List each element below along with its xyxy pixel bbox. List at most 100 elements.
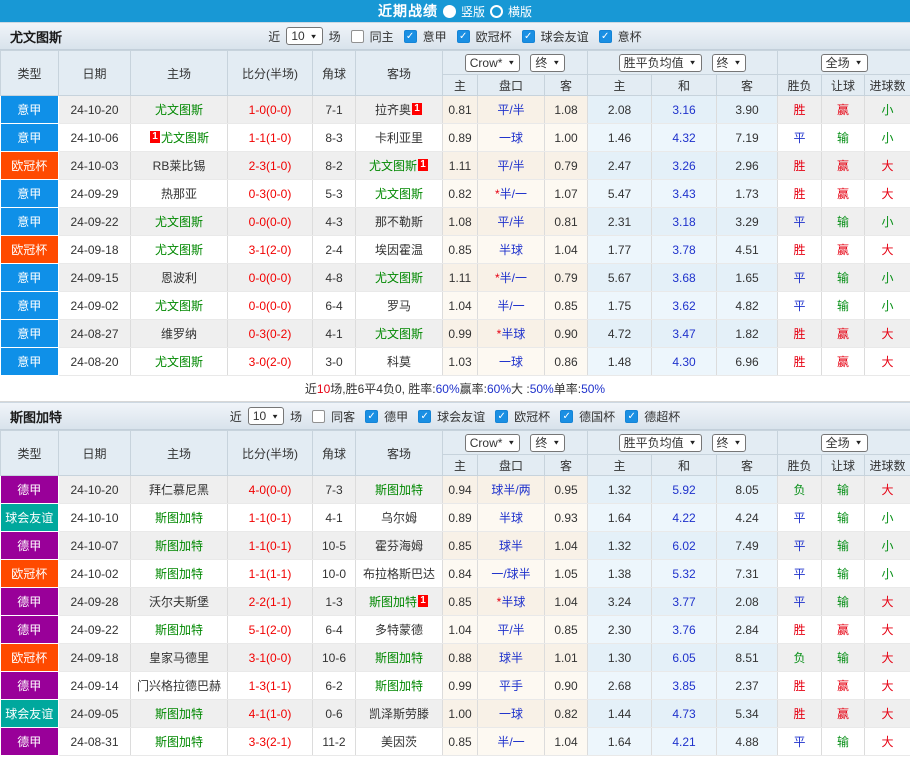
odds-stage-select[interactable]: 终▼ [530, 434, 565, 452]
team-name[interactable]: 斯图加特 [155, 735, 203, 749]
match-score[interactable]: 0-0(0-0) [249, 271, 292, 285]
team-name[interactable]: 斯图加特1 [369, 595, 429, 609]
team-name[interactable]: 热那亚 [161, 187, 197, 201]
same-venue-checkbox[interactable] [312, 410, 325, 423]
team-name[interactable]: 斯图加特 [155, 539, 203, 553]
team-name[interactable]: 沃尔夫斯堡 [149, 595, 209, 609]
team-name[interactable]: 卡利亚里 [375, 131, 423, 145]
team-name[interactable]: 尤文图斯 [155, 103, 203, 117]
league-checkbox[interactable]: ✓ [560, 410, 573, 423]
match-score[interactable]: 3-1(2-0) [249, 243, 292, 257]
match-score[interactable]: 1-3(1-1) [249, 679, 292, 693]
team-name[interactable]: 1尤文图斯 [149, 131, 209, 145]
team-name[interactable]: 斯图加特 [375, 679, 423, 693]
team-name[interactable]: 拜仁慕尼黑 [149, 483, 209, 497]
team-name[interactable]: 凯泽斯劳滕 [369, 707, 429, 721]
team-name[interactable]: 皇家马德里 [149, 651, 209, 665]
match-score[interactable]: 1-0(0-0) [249, 103, 292, 117]
team-name[interactable]: 斯图加特 [155, 707, 203, 721]
avg-odds-select[interactable]: 胜平负均值▼ [619, 434, 702, 452]
team-name[interactable]: 霍芬海姆 [375, 539, 423, 553]
match-score[interactable]: 0-3(0-2) [249, 327, 292, 341]
team-name[interactable]: 斯图加特 [375, 483, 423, 497]
team-name[interactable]: 尤文图斯 [155, 355, 203, 369]
result-wdl: 胜 [778, 152, 822, 180]
match-date: 24-08-20 [59, 348, 131, 376]
bookmaker-select[interactable]: Crow*▼ [465, 54, 521, 72]
team-name[interactable]: 埃因霍温 [375, 243, 423, 257]
team-name[interactable]: 罗马 [387, 299, 411, 313]
team-name[interactable]: 斯图加特 [155, 567, 203, 581]
match-score[interactable]: 3-3(2-1) [249, 735, 292, 749]
league-checkbox[interactable]: ✓ [522, 30, 535, 43]
team-name[interactable]: 尤文图斯 [155, 243, 203, 257]
team-name[interactable]: 斯图加特 [155, 511, 203, 525]
team-name[interactable]: 布拉格斯巴达 [363, 567, 435, 581]
avg-stage-select[interactable]: 终▼ [712, 54, 747, 72]
team-name[interactable]: 美因茨 [381, 735, 417, 749]
team-name[interactable]: 多特蒙德 [375, 623, 423, 637]
league-checkbox[interactable]: ✓ [599, 30, 612, 43]
team-name-heading[interactable]: 尤文图斯 [10, 27, 62, 46]
league-badge: 意甲 [1, 124, 59, 152]
odds-stage-select[interactable]: 终▼ [530, 54, 565, 72]
match-score[interactable]: 3-1(0-0) [249, 651, 292, 665]
team-name[interactable]: 恩波利 [161, 271, 197, 285]
team-name[interactable]: 尤文图斯1 [369, 159, 429, 173]
match-score[interactable]: 0-0(0-0) [249, 215, 292, 229]
subcol-handicap-result: 让球 [822, 455, 865, 476]
match-score[interactable]: 2-3(1-0) [249, 159, 292, 173]
match-score[interactable]: 4-0(0-0) [249, 483, 292, 497]
team-name[interactable]: 拉齐奥1 [375, 103, 423, 117]
team-name[interactable]: 尤文图斯 [155, 215, 203, 229]
team-name[interactable]: 斯图加特 [375, 651, 423, 665]
away-team-cell: 尤文图斯 [356, 180, 443, 208]
layout-radio-horizontal[interactable] [490, 5, 503, 18]
team-name[interactable]: 乌尔姆 [381, 511, 417, 525]
league-checkbox[interactable]: ✓ [457, 30, 470, 43]
team-name[interactable]: 维罗纳 [161, 327, 197, 341]
avg-stage-select[interactable]: 终▼ [712, 434, 747, 452]
league-checkbox[interactable]: ✓ [404, 30, 417, 43]
league-checkbox[interactable]: ✓ [365, 410, 378, 423]
match-count-select[interactable]: 10▼ [286, 27, 322, 45]
match-score[interactable]: 3-0(2-0) [249, 355, 292, 369]
bookmaker-select[interactable]: Crow*▼ [465, 434, 521, 452]
match-row: 意甲24-10-061尤文图斯1-1(1-0)8-3卡利亚里0.89一球1.00… [1, 124, 910, 152]
team-name[interactable]: RB莱比锡 [153, 159, 206, 173]
fullmatch-select[interactable]: 全场▼ [821, 434, 868, 452]
away-odds: 1.07 [545, 180, 588, 208]
match-score[interactable]: 1-1(1-1) [249, 567, 292, 581]
match-score[interactable]: 0-3(0-0) [249, 187, 292, 201]
team-name[interactable]: 尤文图斯 [155, 299, 203, 313]
same-venue-checkbox[interactable] [351, 30, 364, 43]
team-name[interactable]: 那不勒斯 [375, 215, 423, 229]
match-score[interactable]: 0-0(0-0) [249, 299, 292, 313]
match-score[interactable]: 1-1(0-1) [249, 539, 292, 553]
league-checkbox[interactable]: ✓ [625, 410, 638, 423]
match-count-select[interactable]: 10▼ [248, 407, 284, 425]
score-cell: 3-0(2-0) [228, 348, 313, 376]
team-name-heading[interactable]: 斯图加特 [10, 407, 62, 426]
league-checkbox[interactable]: ✓ [495, 410, 508, 423]
fullmatch-select[interactable]: 全场▼ [821, 54, 868, 72]
result-handicap: 输 [822, 292, 865, 320]
team-name[interactable]: 科莫 [387, 355, 411, 369]
league-checkbox[interactable]: ✓ [418, 410, 431, 423]
match-score[interactable]: 2-2(1-1) [249, 595, 292, 609]
match-score[interactable]: 4-1(1-0) [249, 707, 292, 721]
team-name[interactable]: 尤文图斯 [375, 327, 423, 341]
layout-radio-horizontal-label[interactable]: 横版 [508, 3, 532, 20]
match-score[interactable]: 5-1(2-0) [249, 623, 292, 637]
match-score[interactable]: 1-1(0-1) [249, 511, 292, 525]
match-score[interactable]: 1-1(1-0) [249, 131, 292, 145]
avg-odds-select[interactable]: 胜平负均值▼ [619, 54, 702, 72]
chevron-down-icon: ▼ [507, 59, 515, 66]
team-name[interactable]: 尤文图斯 [375, 187, 423, 201]
team-name[interactable]: 门兴格拉德巴赫 [137, 679, 221, 693]
layout-radio-vertical[interactable] [443, 5, 456, 18]
corner-count: 11-2 [313, 728, 356, 756]
team-name[interactable]: 斯图加特 [155, 623, 203, 637]
layout-radio-vertical-label[interactable]: 竖版 [461, 3, 485, 20]
team-name[interactable]: 尤文图斯 [375, 271, 423, 285]
